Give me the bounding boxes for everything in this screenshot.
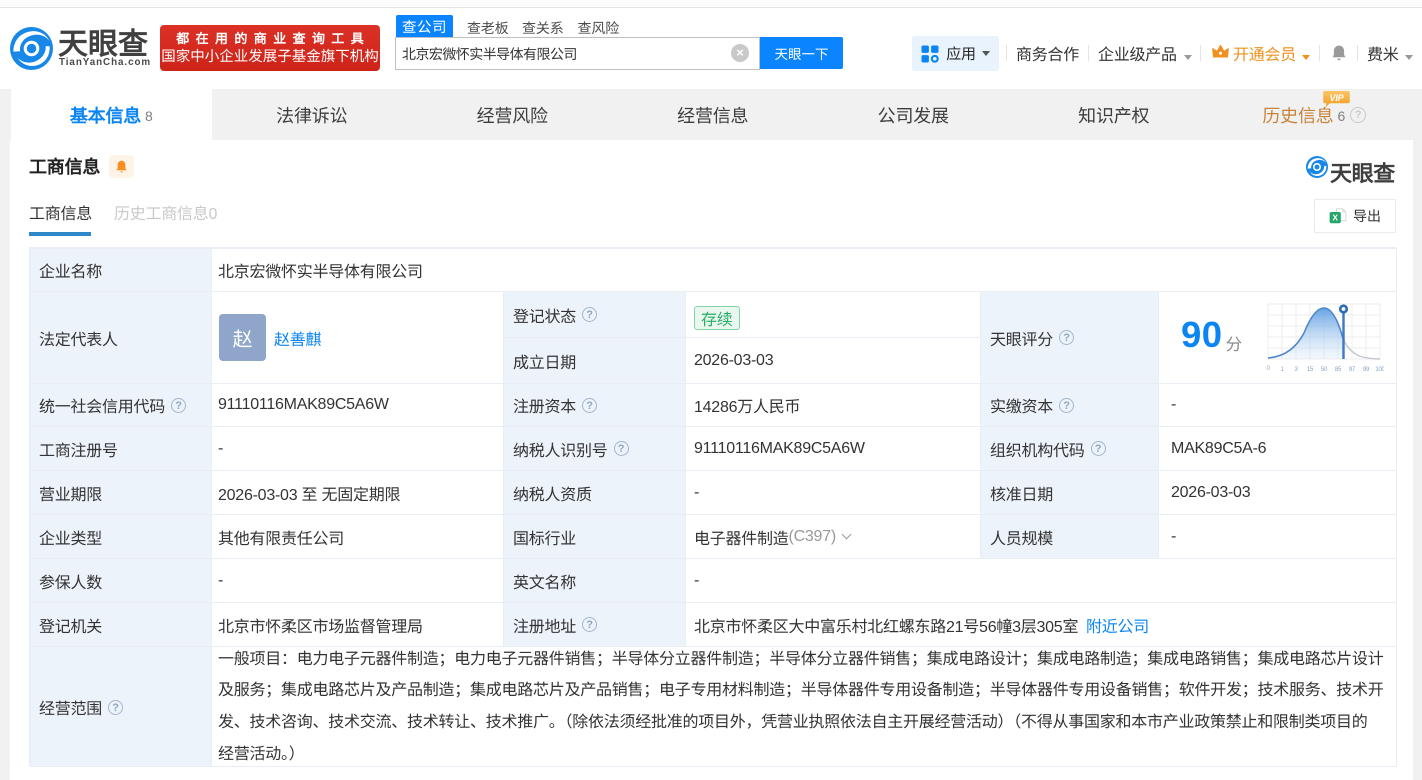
svg-text:15: 15 bbox=[1307, 367, 1314, 373]
svg-text:50: 50 bbox=[1321, 367, 1328, 373]
svg-text:X: X bbox=[1332, 212, 1338, 222]
svg-text:3: 3 bbox=[1294, 367, 1298, 373]
svg-text:97: 97 bbox=[1349, 367, 1356, 373]
svg-text:0: 0 bbox=[1266, 366, 1270, 372]
svg-text:100: 100 bbox=[1375, 367, 1384, 373]
svg-text:99: 99 bbox=[1363, 367, 1370, 373]
svg-text:VIP: VIP bbox=[1330, 93, 1345, 103]
svg-text:1: 1 bbox=[1280, 367, 1284, 373]
svg-text:85: 85 bbox=[1335, 367, 1342, 373]
